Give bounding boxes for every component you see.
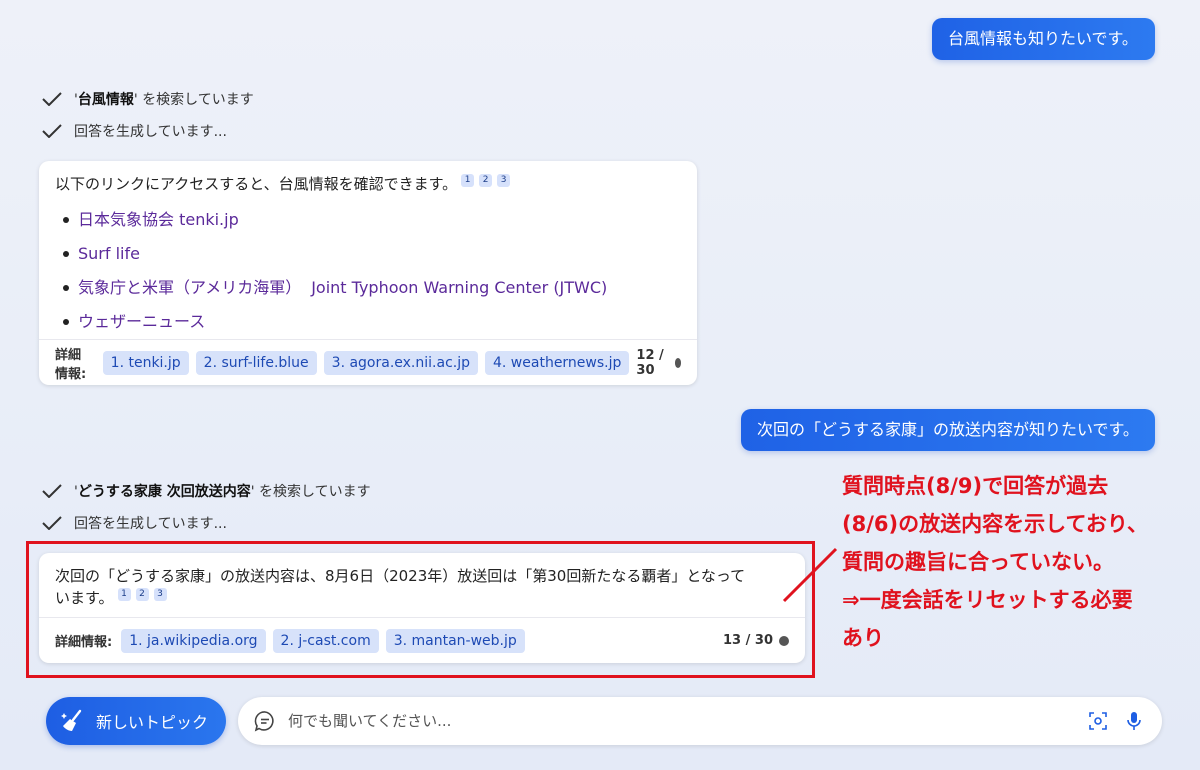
visual-search-button[interactable] (1086, 709, 1110, 733)
list-item[interactable]: ウェザーニュース (55, 305, 681, 339)
citation-badge[interactable]: 2 (479, 174, 493, 187)
user-message-1: 台風情報も知りたいです。 (932, 18, 1155, 60)
link-jma[interactable]: 気象庁と米軍（アメリカ海軍） (78, 271, 301, 305)
sources-footer: 詳細情報: 1. tenki.jp 2. surf-life.blue 3. a… (39, 339, 697, 385)
search-term: 台風情報 (77, 92, 134, 108)
status-dot-icon (674, 357, 681, 368)
link-weathernews[interactable]: ウェザーニュース (78, 305, 205, 339)
annotation-note: 質問時点(8/9)で回答が過去 (8/6)の放送内容を示しており、 質問の趣旨に… (842, 474, 1148, 650)
generating-status: 回答を生成しています... (42, 513, 227, 533)
broom-icon (61, 709, 82, 731)
generating-status: 回答を生成しています... (42, 121, 227, 141)
list-item[interactable]: Surf life (55, 237, 681, 271)
chat-input-bar[interactable] (238, 697, 1162, 745)
link-jtwc[interactable]: Joint Typhoon Warning Center (JTWC) (311, 271, 607, 305)
annotation-pointer (782, 547, 838, 603)
search-status: '台風情報' を検索しています (42, 89, 254, 109)
source-chip[interactable]: 2. surf-life.blue (195, 350, 317, 375)
answer-card-1: 以下のリンクにアクセスすると、台風情報を確認できます。 1 2 3 日本気象協会 te… (39, 161, 697, 385)
citation-badge[interactable]: 1 (461, 174, 475, 187)
highlight-box (26, 541, 815, 678)
check-icon (42, 516, 62, 530)
list-item[interactable]: 気象庁と米軍（アメリカ海軍） Joint Typhoon Warning Cent… (55, 271, 681, 305)
check-icon (42, 92, 62, 106)
camera-scan-icon (1089, 712, 1107, 730)
voice-input-button[interactable] (1122, 709, 1146, 733)
user-message-text: 台風情報も知りたいです。 (948, 29, 1138, 48)
turn-counter: 12 / 30 (636, 348, 681, 378)
answer-text: 以下のリンクにアクセスすると、台風情報を確認できます。 1 2 3 (55, 173, 681, 195)
new-topic-label: 新しいトピック (96, 713, 209, 732)
check-icon (42, 124, 62, 138)
source-chip[interactable]: 3. agora.ex.nii.ac.jp (323, 350, 478, 375)
source-chip[interactable]: 4. weathernews.jp (485, 350, 630, 375)
citation-badge[interactable]: 3 (497, 174, 511, 187)
link-surf-life[interactable]: Surf life (78, 237, 140, 271)
new-topic-button[interactable]: 新しいトピック (46, 697, 226, 745)
user-message-text: 次回の「どうする家康」の放送内容が知りたいです。 (757, 420, 1139, 439)
user-message-2: 次回の「どうする家康」の放送内容が知りたいです。 (741, 409, 1155, 451)
check-icon (42, 484, 62, 498)
more-info-label: 詳細情報: (55, 347, 87, 382)
search-term: どうする家康 次回放送内容 (77, 484, 251, 500)
microphone-icon (1127, 712, 1141, 730)
chat-bubble-icon (254, 711, 274, 732)
link-tenki[interactable]: 日本気象協会 tenki.jp (78, 203, 239, 237)
list-item[interactable]: 日本気象協会 tenki.jp (55, 203, 681, 237)
link-list: 日本気象協会 tenki.jp Surf life 気象庁と米軍（アメリカ海軍）… (55, 203, 681, 339)
source-chip[interactable]: 1. tenki.jp (102, 350, 189, 375)
search-status: 'どうする家康 次回放送内容' を検索しています (42, 481, 371, 501)
chat-input[interactable] (288, 712, 1086, 730)
